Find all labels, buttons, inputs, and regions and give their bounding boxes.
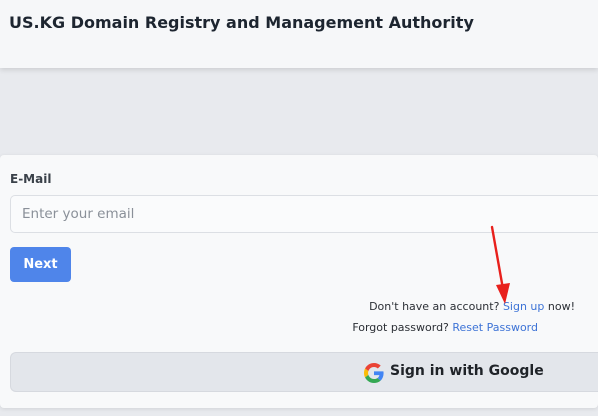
next-button[interactable]: Next <box>10 247 71 282</box>
page-header: US.KG Domain Registry and Management Aut… <box>0 0 598 68</box>
forgot-password-line: Forgot password? Reset Password <box>352 321 538 334</box>
forgot-prefix: Forgot password? <box>352 321 449 334</box>
email-input[interactable] <box>10 195 598 233</box>
signup-link[interactable]: Sign up <box>503 300 544 313</box>
email-label: E-Mail <box>10 172 52 186</box>
google-g-icon <box>364 363 384 383</box>
signup-suffix: now! <box>547 300 575 313</box>
signup-line: Don't have an account? Sign up now! <box>369 300 575 313</box>
page-title: US.KG Domain Registry and Management Aut… <box>9 13 474 32</box>
signup-prefix: Don't have an account? <box>369 300 500 313</box>
reset-password-link[interactable]: Reset Password <box>452 321 538 334</box>
google-signin-button[interactable]: Sign in with Google <box>10 352 598 392</box>
login-card: E-Mail Next Don't have an account? Sign … <box>0 155 598 408</box>
google-signin-label: Sign in with Google <box>390 363 544 379</box>
